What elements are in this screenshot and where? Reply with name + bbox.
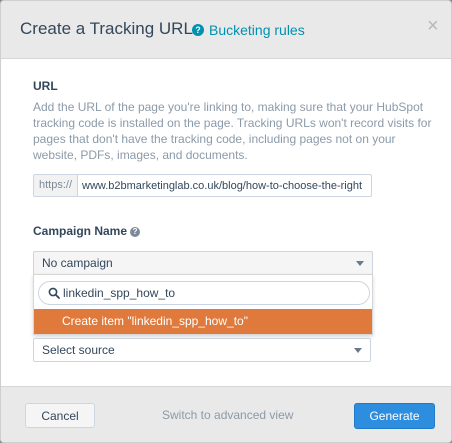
source-select[interactable]: Select source <box>33 338 371 362</box>
url-field-group: https:// <box>33 174 372 197</box>
url-input[interactable] <box>78 175 371 196</box>
modal-footer: Cancel Switch to advanced view Generate <box>1 386 451 442</box>
campaign-search-input[interactable] <box>63 284 363 302</box>
tracking-url-modal: Create a Tracking URL ? Bucketing rules … <box>0 0 452 443</box>
campaign-selected-value: No campaign <box>42 256 113 270</box>
close-icon[interactable]: × <box>427 15 439 38</box>
search-icon <box>48 287 60 299</box>
modal-title: Create a Tracking URL <box>20 19 193 38</box>
campaign-dropdown: Create item "linkedin_spp_how_to" <box>33 274 373 335</box>
campaign-select[interactable]: No campaign <box>33 251 373 275</box>
question-icon: ? <box>192 24 204 36</box>
cancel-button[interactable]: Cancel <box>25 403 95 428</box>
modal-header: Create a Tracking URL ? Bucketing rules … <box>1 1 451 59</box>
campaign-search-box <box>38 281 370 305</box>
campaign-name-label-group: Campaign Name? <box>33 224 141 238</box>
campaign-name-label: Campaign Name <box>33 224 128 238</box>
url-description: Add the URL of the page you're linking t… <box>33 100 432 162</box>
create-campaign-option[interactable]: Create item "linkedin_spp_how_to" <box>34 309 372 334</box>
bucketing-rules-label: Bucketing rules <box>209 22 305 38</box>
bucketing-rules-link[interactable]: ? Bucketing rules <box>192 22 305 38</box>
source-selected-value: Select source <box>42 343 115 357</box>
chevron-down-icon <box>354 348 362 353</box>
switch-advanced-view-link[interactable]: Switch to advanced view <box>162 408 293 422</box>
generate-button[interactable]: Generate <box>354 403 435 429</box>
help-icon[interactable]: ? <box>130 227 141 237</box>
url-protocol-prefix: https:// <box>34 175 78 196</box>
url-label: URL <box>33 79 58 93</box>
chevron-down-icon <box>356 261 364 266</box>
